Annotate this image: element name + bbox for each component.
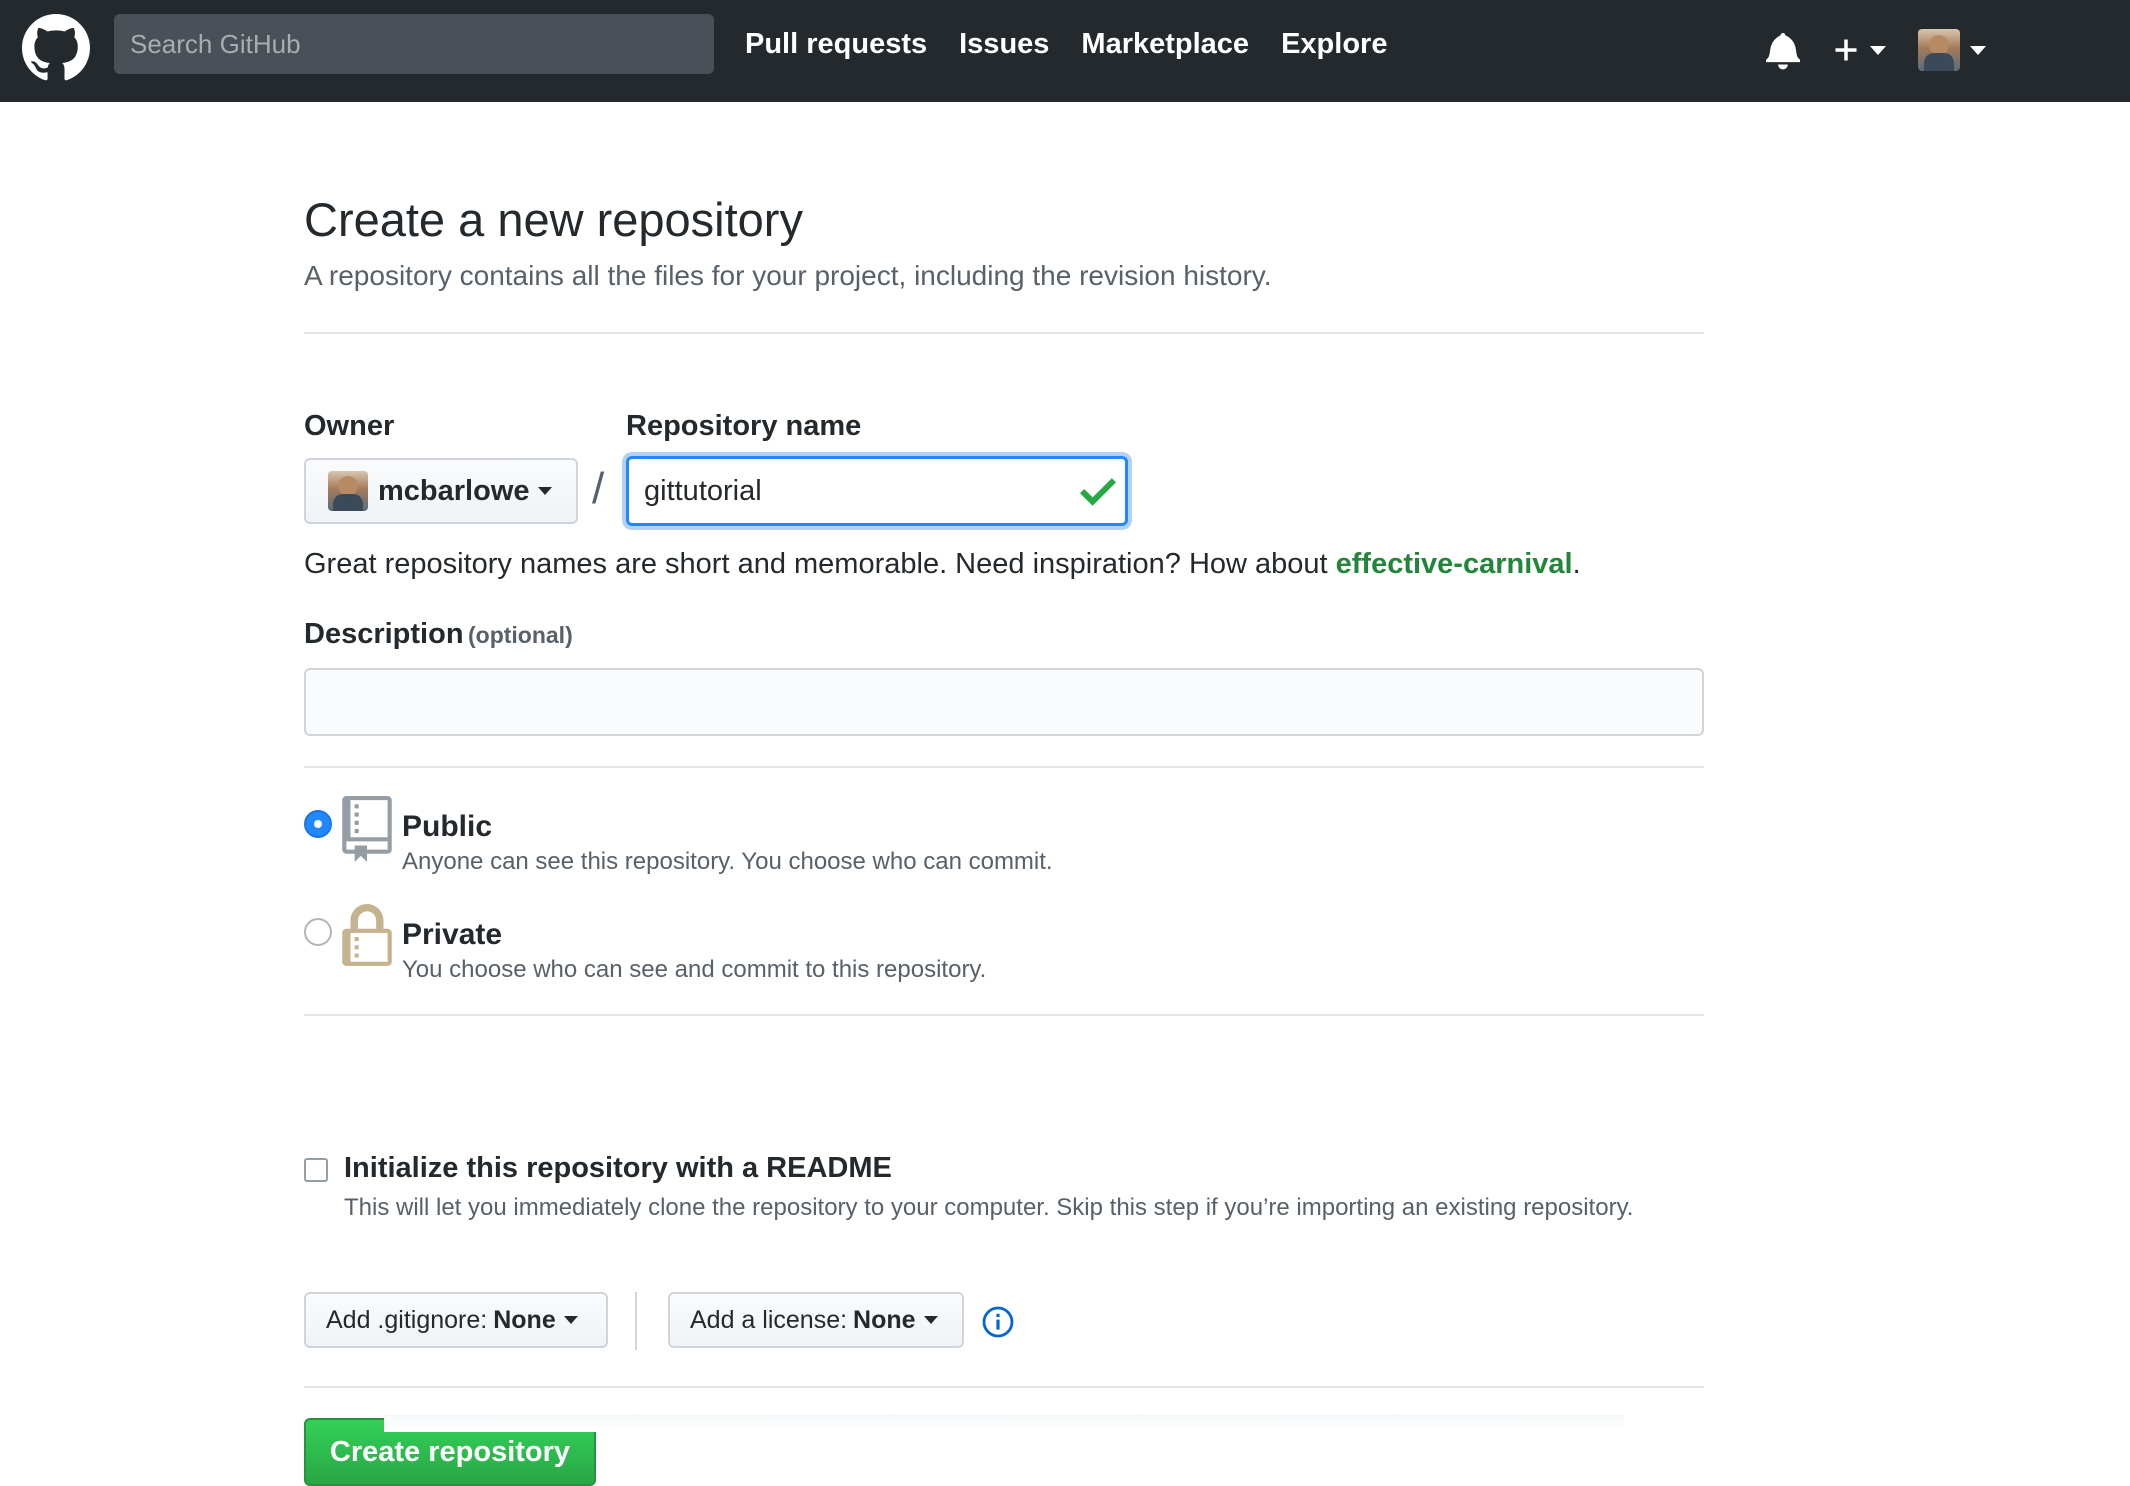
caret-down-icon (1970, 45, 1986, 55)
public-desc: Anyone can see this repository. You choo… (402, 848, 1053, 875)
nav-marketplace[interactable]: Marketplace (1081, 28, 1249, 61)
caret-down-icon (923, 1316, 938, 1324)
new-dropdown-button[interactable] (1832, 30, 1894, 70)
divider (304, 766, 1704, 768)
private-desc: You choose who can see and commit to thi… (402, 956, 987, 983)
init-readme-desc: This will let you immediately clone the … (344, 1194, 1634, 1221)
repo-book-icon (342, 796, 392, 862)
search-input[interactable] (114, 14, 714, 74)
repo-name-label: Repository name (626, 410, 862, 442)
caret-down-icon (1870, 45, 1886, 55)
user-menu-button[interactable] (1918, 28, 1990, 72)
private-radio[interactable] (304, 918, 332, 946)
init-readme-checkbox[interactable] (304, 1158, 328, 1182)
gitignore-select[interactable]: Add .gitignore: None (304, 1292, 608, 1348)
nav-explore[interactable]: Explore (1281, 28, 1387, 61)
public-radio[interactable] (304, 810, 332, 838)
info-icon[interactable] (982, 1306, 1014, 1338)
avatar (1918, 29, 1960, 71)
nav-pull-requests[interactable]: Pull requests (745, 28, 927, 61)
header-nav: Pull requests Issues Marketplace Explore (745, 28, 1387, 61)
repo-name-input[interactable] (626, 456, 1128, 526)
repo-name-hint: Great repository names are short and mem… (304, 548, 1581, 580)
page-subtitle: A repository contains all the files for … (304, 260, 1272, 291)
select-separator (635, 1292, 637, 1350)
global-header: Pull requests Issues Marketplace Explore (0, 0, 2130, 102)
nav-issues[interactable]: Issues (959, 28, 1049, 61)
description-input[interactable] (304, 668, 1704, 736)
owner-repo-separator: / (592, 464, 605, 513)
caret-down-icon (537, 487, 552, 495)
license-select[interactable]: Add a license: None (668, 1292, 964, 1348)
private-title: Private (402, 918, 503, 951)
check-icon (1080, 478, 1116, 506)
description-label: Description (optional) (304, 618, 573, 650)
plus-icon (1835, 39, 1857, 61)
divider (304, 1386, 1704, 1388)
divider (304, 1014, 1704, 1016)
footer-fade (384, 1414, 1624, 1432)
page-title: Create a new repository (304, 193, 803, 246)
github-logo-icon[interactable] (22, 14, 90, 82)
name-suggestion-link[interactable]: effective-carnival (1336, 548, 1573, 580)
public-title: Public (402, 810, 493, 843)
owner-label: Owner (304, 410, 395, 442)
gitignore-value: None (493, 1305, 556, 1334)
bell-icon[interactable] (1766, 30, 1800, 70)
caret-down-icon (563, 1316, 578, 1324)
owner-select[interactable]: mcbarlowe (304, 458, 578, 524)
lock-icon (342, 904, 392, 966)
optional-tag: (optional) (467, 622, 573, 648)
owner-avatar (328, 471, 368, 511)
license-value: None (853, 1305, 916, 1334)
owner-name: mcbarlowe (378, 474, 530, 507)
init-readme-title: Initialize this repository with a README (344, 1152, 892, 1184)
divider (304, 332, 1704, 334)
